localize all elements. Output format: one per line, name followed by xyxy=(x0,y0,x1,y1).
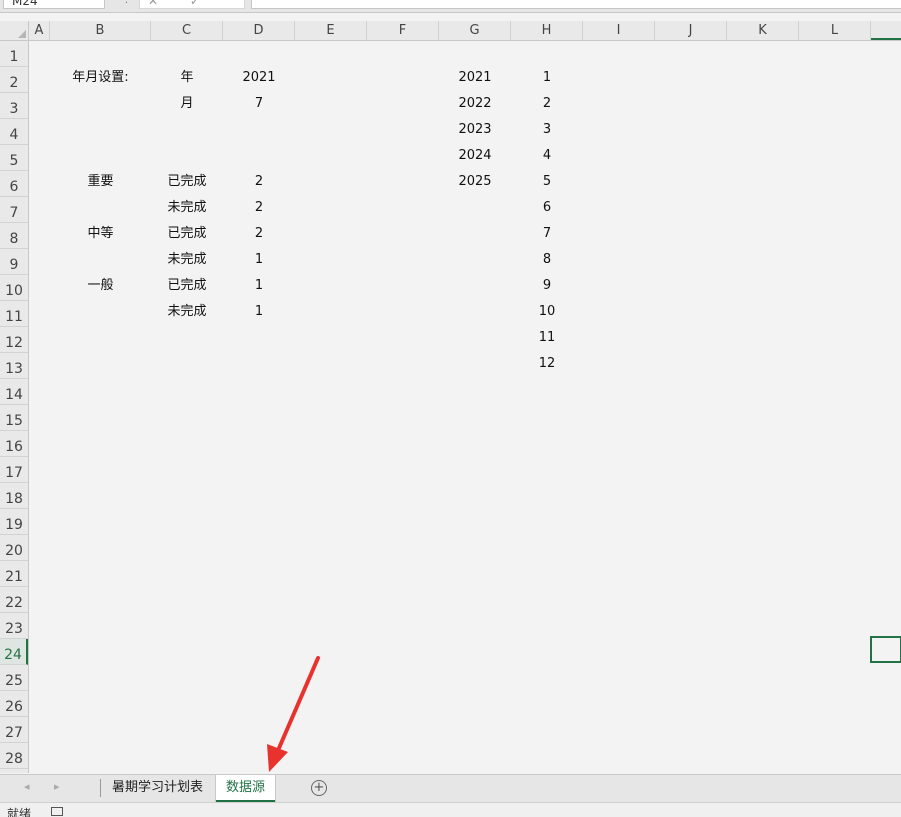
column-header-d[interactable]: D xyxy=(223,21,295,40)
column-header-j[interactable]: J xyxy=(655,21,727,40)
row-header[interactable]: 19 xyxy=(0,509,28,535)
cell-h4[interactable]: 3 xyxy=(511,117,583,143)
name-box[interactable]: M24 xyxy=(3,0,105,9)
tab-separator xyxy=(100,779,101,797)
row-header[interactable]: 6 xyxy=(0,171,28,197)
row-header-selected[interactable]: 24 xyxy=(0,639,28,665)
formula-buttons[interactable]: ✕ ✓ fx xyxy=(139,0,245,9)
row-header[interactable]: 23 xyxy=(0,613,28,639)
column-header-b[interactable]: B xyxy=(50,21,151,40)
formula-bar-separator-icon: ⋮ xyxy=(121,0,132,5)
sheet-tab-bar: ◂ ▸ 暑期学习计划表 数据源 + xyxy=(0,774,901,802)
cell-d10[interactable]: 1 xyxy=(223,273,295,299)
macro-record-icon[interactable] xyxy=(51,807,63,816)
cell-d2[interactable]: 2021 xyxy=(223,65,295,91)
row-header[interactable]: 8 xyxy=(0,223,28,249)
cell-h2[interactable]: 1 xyxy=(511,65,583,91)
column-header-g[interactable]: G xyxy=(439,21,511,40)
column-headers: A B C D E F G H I J K L xyxy=(0,21,901,41)
cell-h11[interactable]: 10 xyxy=(511,299,583,325)
cell-g6[interactable]: 2025 xyxy=(439,169,511,195)
row-header[interactable]: 26 xyxy=(0,691,28,717)
row-header[interactable]: 28 xyxy=(0,743,28,769)
spreadsheet-window: M24 ⋮ ✕ ✓ fx A B C D E F G H I J K L 1 2… xyxy=(0,0,901,817)
add-sheet-icon[interactable]: + xyxy=(311,780,327,796)
cell-c10[interactable]: 已完成 xyxy=(151,273,223,299)
cell-g4[interactable]: 2023 xyxy=(439,117,511,143)
row-header[interactable]: 17 xyxy=(0,457,28,483)
cell-d11[interactable]: 1 xyxy=(223,299,295,325)
row-header[interactable]: 21 xyxy=(0,561,28,587)
formula-bar: M24 ⋮ ✕ ✓ fx xyxy=(0,0,901,13)
column-header-m[interactable] xyxy=(871,21,901,40)
cell-h6[interactable]: 5 xyxy=(511,169,583,195)
cell-b10[interactable]: 一般 xyxy=(50,273,151,299)
cell-d8[interactable]: 2 xyxy=(223,221,295,247)
column-header-c[interactable]: C xyxy=(151,21,223,40)
cell-c9[interactable]: 未完成 xyxy=(151,247,223,273)
active-cell-m24[interactable] xyxy=(870,636,901,663)
column-header-i[interactable]: I xyxy=(583,21,655,40)
column-header-e[interactable]: E xyxy=(295,21,367,40)
tab-scroll-prev-icon[interactable]: ◂ xyxy=(24,780,30,793)
sheet-tab-study-plan[interactable]: 暑期学习计划表 xyxy=(102,775,213,800)
row-header[interactable]: 11 xyxy=(0,301,28,327)
cell-h3[interactable]: 2 xyxy=(511,91,583,117)
formula-input[interactable] xyxy=(251,0,901,9)
cell-h7[interactable]: 6 xyxy=(511,195,583,221)
cell-d7[interactable]: 2 xyxy=(223,195,295,221)
cell-h9[interactable]: 8 xyxy=(511,247,583,273)
cell-d3[interactable]: 7 xyxy=(223,91,295,117)
status-ready-text: 就绪 xyxy=(7,807,32,817)
cell-d9[interactable]: 1 xyxy=(223,247,295,273)
row-header[interactable]: 2 xyxy=(0,67,28,93)
column-header-k[interactable]: K xyxy=(727,21,799,40)
column-header-h[interactable]: H xyxy=(511,21,583,40)
row-header[interactable]: 12 xyxy=(0,327,28,353)
cell-h12[interactable]: 11 xyxy=(511,325,583,351)
status-bar: 就绪 xyxy=(0,802,901,817)
row-header[interactable]: 20 xyxy=(0,535,28,561)
cell-h13[interactable]: 12 xyxy=(511,351,583,377)
column-header-l[interactable]: L xyxy=(799,21,871,40)
sheet-tab-data-source[interactable]: 数据源 xyxy=(216,775,276,802)
row-headers: 1 2 3 4 5 6 7 8 9 10 11 12 13 14 15 16 1… xyxy=(0,41,29,773)
row-header[interactable]: 13 xyxy=(0,353,28,379)
cell-b2[interactable]: 年月设置: xyxy=(50,65,151,91)
cell-c8[interactable]: 已完成 xyxy=(151,221,223,247)
cell-c6[interactable]: 已完成 xyxy=(151,169,223,195)
cell-g5[interactable]: 2024 xyxy=(439,143,511,169)
row-header[interactable]: 25 xyxy=(0,665,28,691)
row-header[interactable]: 15 xyxy=(0,405,28,431)
corner-select-all-icon[interactable] xyxy=(0,21,29,40)
cell-c7[interactable]: 未完成 xyxy=(151,195,223,221)
cell-b8[interactable]: 中等 xyxy=(50,221,151,247)
column-header-a[interactable]: A xyxy=(29,21,50,40)
cell-g2[interactable]: 2021 xyxy=(439,65,511,91)
cell-b6[interactable]: 重要 xyxy=(50,169,151,195)
cell-c2[interactable]: 年 xyxy=(151,65,223,91)
row-header[interactable]: 27 xyxy=(0,717,28,743)
cell-grid[interactable]: 年月设置: 年 2021 月 7 重要 已完成 2 未完成 2 中等 已完成 2… xyxy=(29,41,901,773)
row-header[interactable]: 16 xyxy=(0,431,28,457)
row-header[interactable]: 22 xyxy=(0,587,28,613)
tab-scroll-next-icon[interactable]: ▸ xyxy=(54,780,60,793)
row-header[interactable]: 7 xyxy=(0,197,28,223)
row-header[interactable]: 9 xyxy=(0,249,28,275)
row-header[interactable]: 5 xyxy=(0,145,28,171)
row-header[interactable]: 3 xyxy=(0,93,28,119)
row-header[interactable]: 1 xyxy=(0,41,28,67)
row-header[interactable]: 10 xyxy=(0,275,28,301)
cell-h5[interactable]: 4 xyxy=(511,143,583,169)
row-header[interactable]: 4 xyxy=(0,119,28,145)
cell-g3[interactable]: 2022 xyxy=(439,91,511,117)
column-header-f[interactable]: F xyxy=(367,21,439,40)
cell-d6[interactable]: 2 xyxy=(223,169,295,195)
cell-h8[interactable]: 7 xyxy=(511,221,583,247)
row-header[interactable]: 18 xyxy=(0,483,28,509)
cell-h10[interactable]: 9 xyxy=(511,273,583,299)
cell-c3[interactable]: 月 xyxy=(151,91,223,117)
row-header[interactable]: 14 xyxy=(0,379,28,405)
cell-c11[interactable]: 未完成 xyxy=(151,299,223,325)
